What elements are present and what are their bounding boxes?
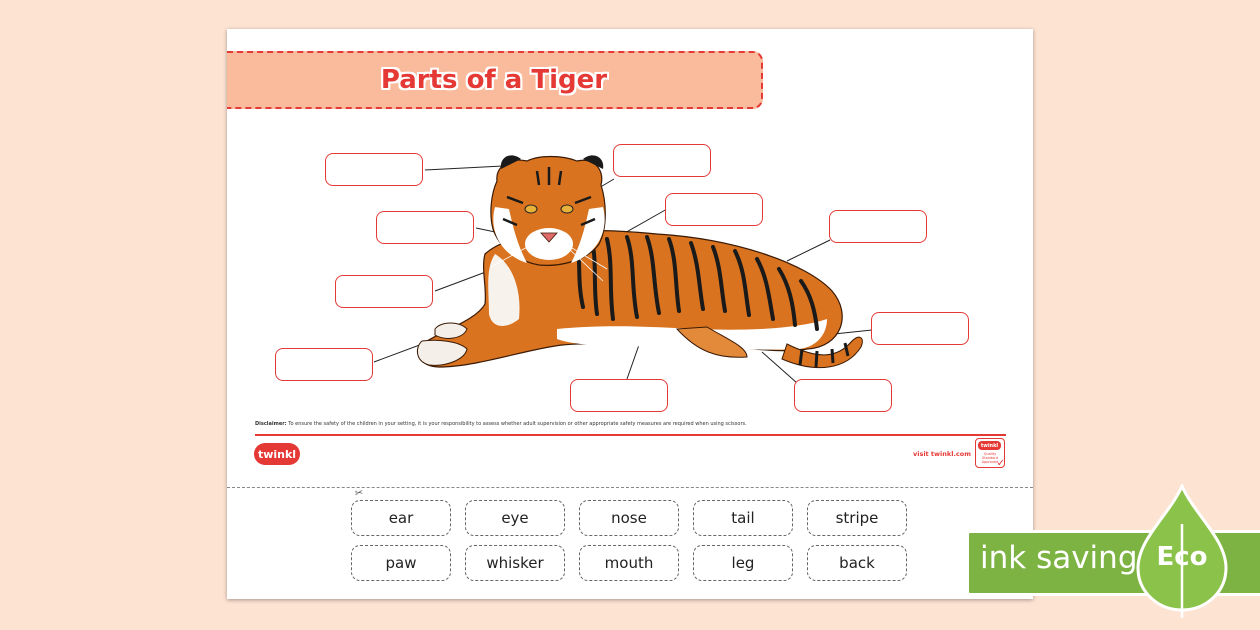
scissors-icon: ✂ — [354, 487, 365, 500]
label-box-4[interactable] — [665, 193, 763, 226]
label-box-2[interactable] — [613, 144, 711, 177]
label-box-9[interactable] — [570, 379, 668, 412]
word-card-back[interactable]: back — [807, 545, 907, 581]
word-card-leg[interactable]: leg — [693, 545, 793, 581]
label-box-7[interactable] — [871, 312, 969, 345]
eco-ink-saving-badge: ink saving Eco — [966, 484, 1260, 630]
word-card-stripe[interactable]: stripe — [807, 500, 907, 536]
word-card-paw[interactable]: paw — [351, 545, 451, 581]
twinkl-logo: twinkl — [254, 443, 300, 465]
quality-badge-icon: twinkl Quality Standard Approved ✓ — [975, 438, 1005, 469]
cut-line — [227, 487, 1033, 488]
word-card-whisker[interactable]: whisker — [465, 545, 565, 581]
label-box-10[interactable] — [794, 379, 892, 412]
label-box-3[interactable] — [376, 211, 474, 244]
word-card-mouth[interactable]: mouth — [579, 545, 679, 581]
worksheet-page: Parts of a Tiger Disclaimer: To ensure t… — [227, 29, 1033, 599]
label-box-8[interactable] — [275, 348, 373, 381]
eco-text: ink saving — [980, 540, 1138, 576]
word-card-tail[interactable]: tail — [693, 500, 793, 536]
word-card-ear[interactable]: ear — [351, 500, 451, 536]
label-box-1[interactable] — [325, 153, 423, 186]
word-card-nose[interactable]: nose — [579, 500, 679, 536]
eco-label: Eco — [1156, 542, 1208, 572]
label-box-6[interactable] — [335, 275, 433, 308]
label-box-5[interactable] — [829, 210, 927, 243]
visit-link[interactable]: visit twinkl.com — [913, 450, 971, 458]
word-card-eye[interactable]: eye — [465, 500, 565, 536]
disclaimer: Disclaimer: To ensure the safety of the … — [255, 421, 747, 427]
footer-divider — [255, 434, 1006, 436]
